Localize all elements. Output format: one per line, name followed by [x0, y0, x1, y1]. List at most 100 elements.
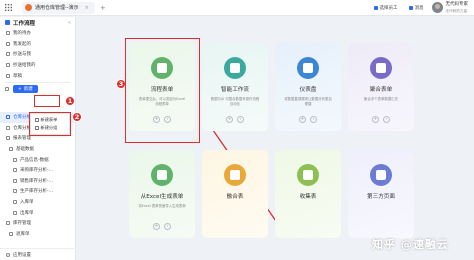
chart-icon: [13, 178, 17, 183]
sidebar-item-label: 退库单: [16, 231, 30, 237]
sidebar-item-product-info[interactable]: 产品信息-数据: [0, 154, 75, 165]
draft-icon: [6, 73, 10, 78]
select-staff-label: 选择员工: [379, 5, 398, 11]
sidebar-item-purchase-analysis[interactable]: 采购库存分析-...: [0, 165, 75, 176]
annotation-box-dropdown: [29, 112, 71, 136]
form-icon: [13, 210, 17, 215]
card-actions: + ›: [153, 116, 171, 123]
card-description: 将Excel 表单快速导入生成表单: [138, 204, 186, 208]
sidebar-item-cc-to-me[interactable]: 抄送给我的: [0, 60, 75, 71]
add-icon[interactable]: +: [153, 223, 160, 230]
new-button[interactable]: + 新建: [13, 85, 38, 94]
app-settings-label: 应用设置: [13, 252, 31, 258]
card-excel-form[interactable]: 从Excel生成表单 将Excel 表单快速导入生成表单 + ›: [129, 150, 195, 238]
card-description: 数据与AI 可整合数据来操作流程自动化: [210, 97, 260, 106]
sidebar-item-sales-analysis[interactable]: 销售库存分析-...: [0, 176, 75, 187]
new-button-row: + 新建: [0, 84, 75, 95]
user-info[interactable]: 无代码专家 无代码的力量: [446, 2, 469, 14]
sidebar-item-label: 我发起的: [13, 41, 31, 47]
card-title: 智能工作流: [221, 87, 249, 93]
sidebar-item-label: 抄送与我: [13, 52, 31, 58]
folder-icon: [9, 147, 13, 152]
sidebar-item-inbound[interactable]: 入库单: [0, 197, 75, 208]
sidebar: 工作流程 « 我的待办 我发起的 抄送与我 抄送给我的 草稿 + 新建 仓库分析 …: [0, 17, 76, 260]
sidebar-item-production-analysis[interactable]: 生产库存分析-...: [0, 186, 75, 197]
form-icon: [9, 231, 13, 236]
sidebar-item-cc[interactable]: 抄送与我: [0, 49, 75, 60]
form-icon: [13, 157, 17, 162]
card-actions: + ›: [153, 223, 171, 230]
collapse-icon[interactable]: «: [68, 20, 71, 26]
fusion-icon: [224, 164, 246, 186]
form-icon: [13, 200, 17, 205]
annotation-badge-1: 1: [65, 96, 75, 106]
sidebar-item-base-data[interactable]: 基础数据: [0, 144, 75, 155]
users-icon: [373, 5, 378, 10]
chart-icon: [13, 168, 17, 173]
inbox-icon: [6, 63, 10, 68]
sidebar-item-inventory[interactable]: 库存管理: [0, 218, 75, 229]
app-logo-icon: [25, 4, 32, 11]
play-icon[interactable]: ›: [310, 116, 317, 123]
user-subtitle: 无代码的力量: [445, 8, 468, 13]
aggregate-glyph: [376, 63, 386, 73]
card-smart-workflow[interactable]: 智能工作流 数据与AI 可整合数据来操作流程自动化 + ›: [202, 43, 268, 131]
avatar[interactable]: [431, 2, 443, 13]
card-third-party-page[interactable]: 第三方页面: [348, 150, 414, 238]
card-title: 从Excel生成表单: [140, 194, 184, 200]
card-actions: + ›: [226, 116, 244, 123]
card-title: 流程表单: [150, 87, 174, 93]
card-actions: + ›: [372, 116, 390, 123]
add-icon[interactable]: +: [372, 116, 379, 123]
annotation-badge-2: 2: [72, 112, 82, 122]
card-aggregate-form[interactable]: 聚合表单 聚合多个表单数据汇总 + ›: [348, 43, 414, 131]
sidebar-item-todo[interactable]: 我的待办: [0, 28, 75, 39]
folder-icon: [5, 87, 9, 92]
card-process-form[interactable]: 流程表单 表单提交后，可以发起为Excel 流程表单 + ›: [129, 43, 195, 131]
card-title: 仪表盘: [299, 87, 317, 93]
sidebar-item-drafts[interactable]: 草稿: [0, 70, 75, 81]
sidebar-item-label: 产品信息-数据: [20, 157, 49, 163]
dashboard-glyph: [303, 63, 313, 73]
add-icon[interactable]: +: [299, 116, 306, 123]
sidebar-item-label: 出库单: [20, 210, 34, 216]
play-icon[interactable]: ›: [237, 116, 244, 123]
sidebar-item-outbound[interactable]: 出库单: [0, 207, 75, 218]
card-title: 融合表: [226, 194, 244, 200]
collect-glyph: [303, 170, 313, 180]
excel-icon: [151, 164, 173, 186]
messages-button[interactable]: 消息: [406, 3, 427, 13]
cc-icon: [6, 52, 10, 57]
new-tab-button[interactable]: +: [100, 4, 106, 12]
new-button-label: 新建: [23, 87, 33, 93]
app-tab-label: 通用仓库管理--演示: [35, 5, 79, 11]
sidebar-item-label: 基础数据: [16, 147, 34, 153]
add-icon[interactable]: +: [226, 116, 233, 123]
app-tab[interactable]: 通用仓库管理--演示 ×: [22, 1, 95, 14]
workflow-icon: [5, 20, 10, 25]
tab-close-icon[interactable]: ×: [85, 5, 89, 11]
app-settings-button[interactable]: 应用设置: [0, 248, 76, 260]
select-staff-button[interactable]: 选择员工: [371, 3, 401, 13]
card-dashboard[interactable]: 仪表盘 将数据直观展现让数据分析更加便捷 + ›: [275, 43, 341, 131]
sidebar-item-initiated[interactable]: 我发起的: [0, 39, 75, 50]
annotation-box-new: [34, 95, 60, 107]
sidebar-item-return[interactable]: 退库单: [0, 229, 75, 240]
add-icon[interactable]: +: [153, 116, 160, 123]
sidebar-header: 工作流程 «: [0, 17, 75, 28]
play-icon[interactable]: ›: [164, 116, 171, 123]
sidebar-title: 工作流程: [13, 20, 36, 27]
card-fusion-table[interactable]: 融合表: [202, 150, 268, 238]
app-grid-icon[interactable]: [0, 0, 16, 16]
sidebar-item-label: 抄送给我的: [13, 63, 36, 69]
play-icon[interactable]: ›: [164, 223, 171, 230]
watermark: 知乎 @速融云: [372, 238, 449, 251]
folder-icon: [6, 136, 10, 141]
external-page-icon: [370, 164, 392, 186]
sidebar-item-label: 库存管理: [13, 221, 31, 227]
card-collection-table[interactable]: 收集表: [275, 150, 341, 238]
sidebar-divider: [5, 81, 70, 83]
form-icon: [6, 115, 10, 120]
play-icon[interactable]: ›: [383, 116, 390, 123]
aggregate-icon: [370, 57, 392, 79]
